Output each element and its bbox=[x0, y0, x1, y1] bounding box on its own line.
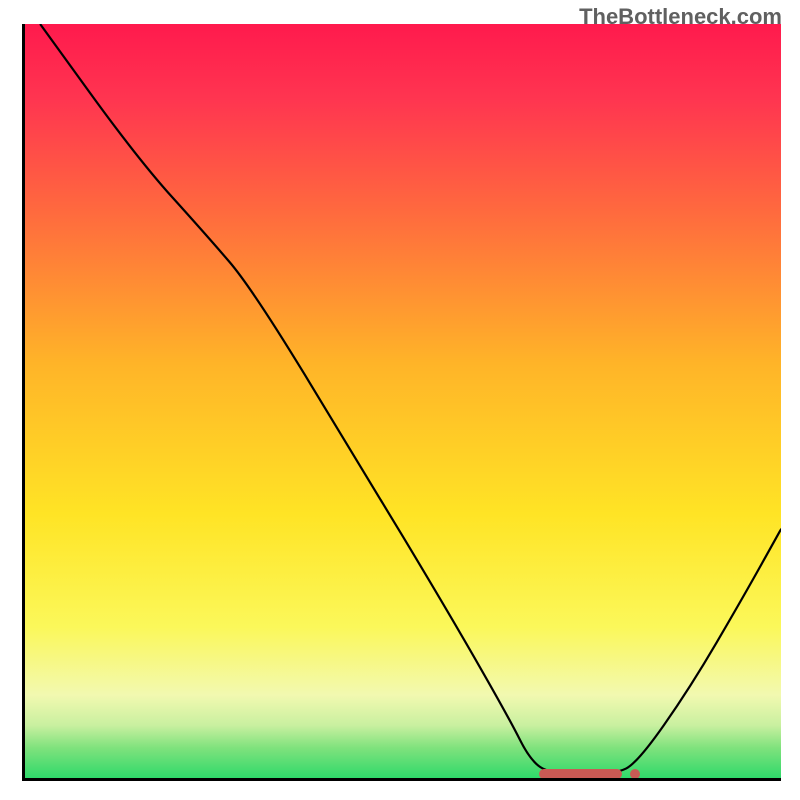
trough-marker-bar bbox=[539, 769, 622, 779]
watermark-text: TheBottleneck.com bbox=[579, 4, 782, 30]
plot-area bbox=[22, 24, 781, 781]
chart-container: TheBottleneck.com bbox=[0, 0, 800, 800]
bottleneck-curve bbox=[25, 24, 781, 778]
